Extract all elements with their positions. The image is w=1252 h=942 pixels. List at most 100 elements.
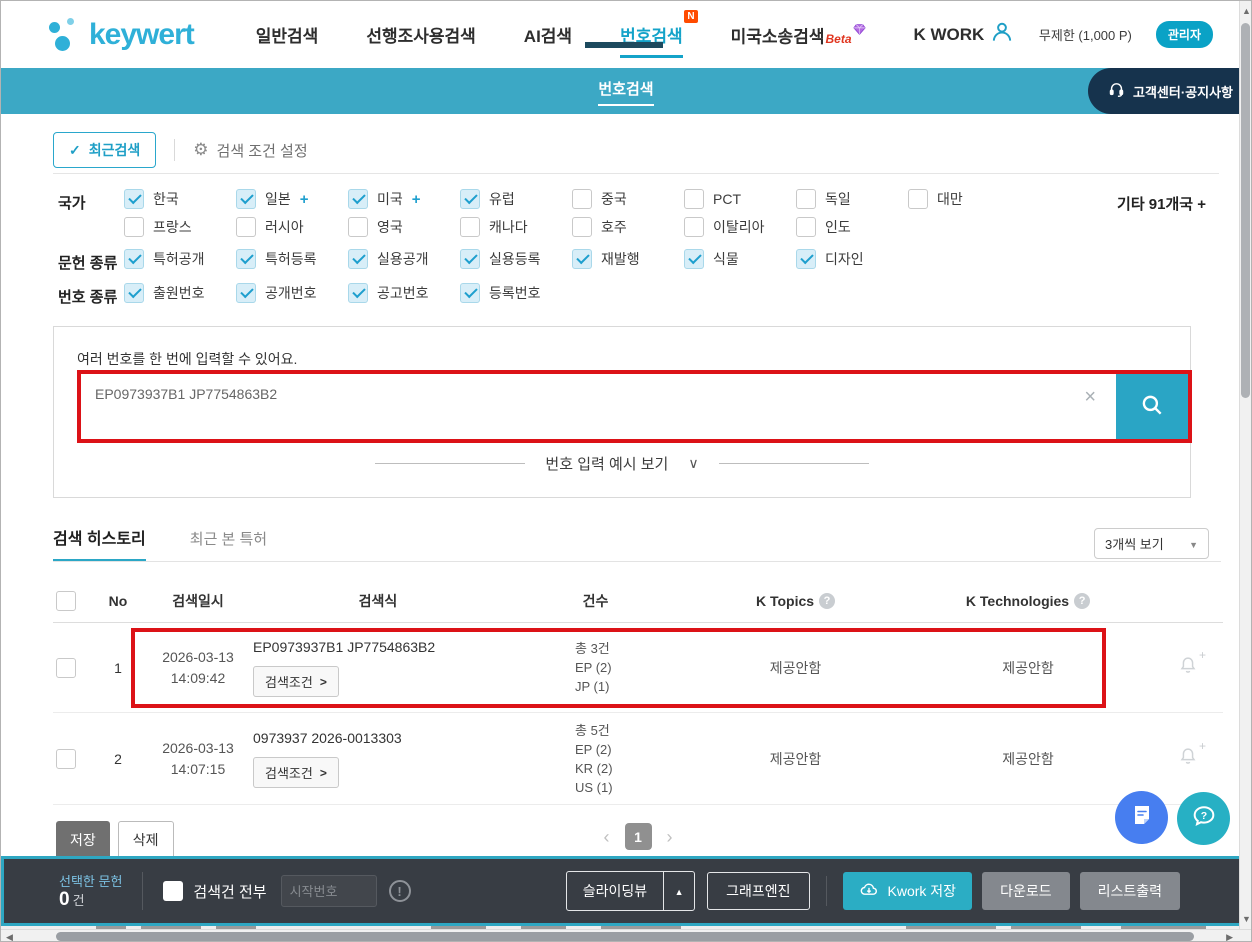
list-print-button[interactable]: 리스트출력 (1080, 872, 1180, 910)
checkbox[interactable] (124, 283, 144, 303)
checkbox[interactable] (124, 249, 144, 269)
graph-engine-button[interactable]: 그래프엔진 (707, 872, 809, 910)
checkbox[interactable] (163, 881, 183, 901)
caret-up-toggle[interactable] (663, 872, 694, 910)
help-icon[interactable] (819, 593, 835, 609)
country-option[interactable]: 인도 (796, 217, 908, 237)
bell-add-icon[interactable]: + (1177, 745, 1199, 772)
country-option[interactable]: 한국 (124, 189, 236, 209)
nav-k-work[interactable]: K WORK (914, 25, 985, 45)
tab-recent-patents[interactable]: 최근 본 특허 (190, 528, 267, 562)
country-option[interactable]: 캐나다 (460, 217, 572, 237)
country-option[interactable]: PCT (684, 189, 796, 209)
number-example-toggle[interactable]: 번호 입력 예시 보기 (54, 453, 1190, 474)
number-search-input[interactable]: EP0973937B1 JP7754863B2 (81, 374, 1116, 439)
checkbox[interactable] (348, 249, 368, 269)
start-number-input[interactable] (281, 875, 377, 907)
checkbox[interactable] (348, 283, 368, 303)
checkbox[interactable] (236, 249, 256, 269)
row-checkbox[interactable] (56, 658, 76, 678)
logo[interactable]: keywert (47, 16, 194, 54)
tab-search-history[interactable]: 검색 히스토리 (53, 525, 146, 562)
support-center-button[interactable]: 고객센터·공지사항 (1088, 68, 1239, 114)
doc-type-option[interactable]: 재발행 (572, 249, 684, 269)
checkbox[interactable] (572, 189, 592, 209)
next-page-icon[interactable] (667, 828, 673, 846)
country-option[interactable]: 대만 (908, 189, 1020, 209)
help-fab-button[interactable]: ? (1177, 792, 1230, 845)
scroll-right-icon[interactable] (1226, 932, 1233, 942)
scroll-left-icon[interactable] (6, 932, 13, 942)
country-option[interactable]: 일본+ (236, 189, 348, 209)
horizontal-scrollbar-thumb[interactable] (56, 932, 1194, 941)
checkbox[interactable] (460, 189, 480, 209)
number-type-option[interactable]: 공개번호 (236, 283, 348, 303)
checkbox[interactable] (460, 283, 480, 303)
nav-number-search[interactable]: 번호검색 N (620, 22, 683, 58)
checkbox[interactable] (460, 217, 480, 237)
checkbox[interactable] (348, 189, 368, 209)
all-results-toggle[interactable]: 검색건 전부 (163, 881, 266, 902)
search-button[interactable] (1116, 374, 1188, 439)
user-icon[interactable] (989, 19, 1015, 50)
info-icon[interactable] (389, 880, 411, 902)
number-type-option[interactable]: 등록번호 (460, 283, 572, 303)
bell-add-icon[interactable]: + (1177, 654, 1199, 681)
download-button[interactable]: 다운로드 (982, 872, 1070, 910)
search-condition-button[interactable]: 검색조건 (253, 757, 339, 788)
checkbox[interactable] (572, 249, 592, 269)
checkbox[interactable] (908, 189, 928, 209)
country-option[interactable]: 유럽 (460, 189, 572, 209)
country-option[interactable]: 프랑스 (124, 217, 236, 237)
doc-type-option[interactable]: 디자인 (796, 249, 908, 269)
horizontal-scrollbar[interactable] (1, 929, 1251, 942)
page-number[interactable]: 1 (625, 823, 652, 850)
scroll-up-icon[interactable] (1242, 6, 1251, 16)
doc-type-option[interactable]: 식물 (684, 249, 796, 269)
sliding-view-button[interactable]: 슬라이딩뷰 (566, 871, 695, 911)
number-type-option[interactable]: 공고번호 (348, 283, 460, 303)
checkbox[interactable] (124, 189, 144, 209)
doc-type-option[interactable]: 실용공개 (348, 249, 460, 269)
checkbox[interactable] (684, 189, 704, 209)
recent-search-button[interactable]: 최근검색 (53, 132, 156, 168)
row-checkbox[interactable] (56, 749, 76, 769)
checkbox[interactable] (572, 217, 592, 237)
number-type-option[interactable]: 출원번호 (124, 283, 236, 303)
country-option[interactable]: 미국+ (348, 189, 460, 209)
checkbox[interactable] (460, 249, 480, 269)
country-option[interactable]: 독일 (796, 189, 908, 209)
doc-type-option[interactable]: 특허공개 (124, 249, 236, 269)
country-option[interactable]: 영국 (348, 217, 460, 237)
expand-plus[interactable]: + (412, 191, 421, 208)
checkbox[interactable] (684, 217, 704, 237)
search-condition-settings[interactable]: 검색 조건 설정 (193, 140, 307, 161)
checkbox[interactable] (236, 283, 256, 303)
checkbox[interactable] (124, 217, 144, 237)
help-icon[interactable] (1074, 593, 1090, 609)
prev-page-icon[interactable] (604, 828, 610, 846)
country-option[interactable]: 호주 (572, 217, 684, 237)
nav-general-search[interactable]: 일반검색 (256, 22, 319, 47)
clear-icon[interactable] (1084, 386, 1096, 409)
admin-badge[interactable]: 관리자 (1156, 21, 1213, 48)
memo-fab-button[interactable] (1115, 791, 1168, 844)
nav-us-litigation-search[interactable]: 미국소송검색Beta (731, 21, 866, 48)
country-option[interactable]: 중국 (572, 189, 684, 209)
nav-ai-search[interactable]: AI검색 (524, 22, 572, 47)
checkbox[interactable] (348, 217, 368, 237)
vertical-scrollbar-thumb[interactable] (1241, 23, 1250, 398)
expand-plus[interactable]: + (300, 191, 309, 208)
subtab-number-search[interactable]: 번호검색 (1, 78, 1251, 106)
scroll-down-icon[interactable] (1242, 914, 1251, 924)
checkbox[interactable] (796, 249, 816, 269)
page-size-select[interactable]: 3개씩 보기 (1094, 528, 1209, 559)
checkbox[interactable] (796, 189, 816, 209)
checkbox[interactable] (796, 217, 816, 237)
country-option[interactable]: 이탈리아 (684, 217, 796, 237)
checkbox[interactable] (236, 217, 256, 237)
search-condition-button[interactable]: 검색조건 (253, 666, 339, 697)
doc-type-option[interactable]: 특허등록 (236, 249, 348, 269)
checkbox[interactable] (684, 249, 704, 269)
vertical-scrollbar[interactable] (1239, 1, 1251, 929)
